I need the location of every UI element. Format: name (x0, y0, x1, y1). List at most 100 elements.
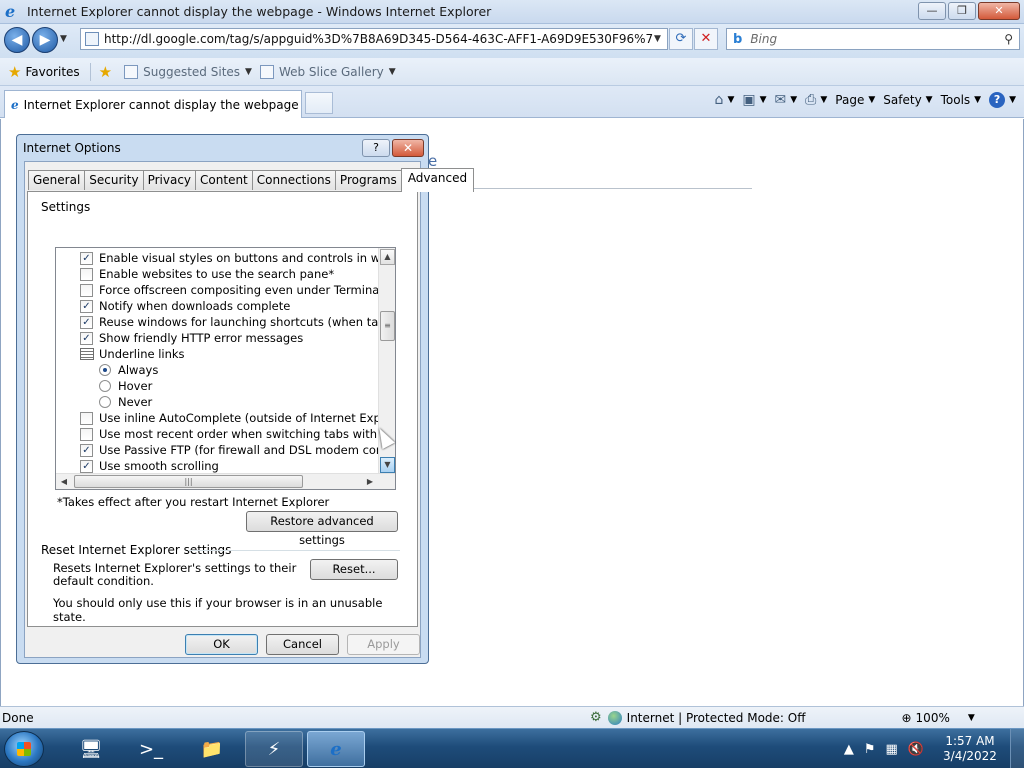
setting-checkbox-row[interactable]: Use most recent order when switching tab… (56, 426, 395, 442)
maximize-button[interactable]: ❐ (948, 2, 976, 20)
checkbox-unchecked[interactable] (80, 267, 93, 281)
recent-pages-dropdown[interactable]: ▼ (60, 34, 67, 44)
checkbox-checked[interactable]: ✓ (80, 443, 93, 457)
radio-selected[interactable] (99, 364, 111, 376)
page-dropdown-icon[interactable]: ▼ (868, 95, 875, 105)
horizontal-scroll-thumb[interactable]: ||| (74, 475, 303, 488)
help-dropdown-icon[interactable]: ▼ (1009, 95, 1016, 105)
setting-checkbox-row[interactable]: ✓ Show friendly HTTP error messages (56, 330, 303, 346)
server-manager-icon[interactable]: 🖥 (62, 731, 120, 767)
feeds-icon[interactable]: ▣ (742, 92, 755, 108)
apply-button[interactable]: Apply (347, 634, 420, 655)
setting-checkbox-row[interactable]: Enable websites to use the search pane* (56, 266, 334, 282)
tab-security[interactable]: Security (84, 170, 144, 190)
checkbox-checked[interactable]: ✓ (80, 315, 93, 329)
cancel-button[interactable]: Cancel (266, 634, 339, 655)
page-menu[interactable]: Page (835, 93, 864, 107)
setting-checkbox-row[interactable]: Force offscreen compositing even under T… (56, 282, 395, 298)
setting-checkbox-row[interactable]: ✓ Enable visual styles on buttons and con… (56, 250, 395, 266)
tab-advanced[interactable]: Advanced (400, 168, 475, 192)
zoom-control[interactable]: ⊕ 100% ▼ (901, 711, 974, 725)
checkbox-checked[interactable]: ✓ (80, 331, 93, 345)
tab-general[interactable]: General (28, 170, 86, 190)
show-hidden-icons-icon[interactable]: ▲ (844, 742, 854, 757)
search-input[interactable]: Bing (750, 32, 1004, 46)
scroll-right-icon[interactable]: ▶ (362, 474, 378, 489)
vertical-scroll-thumb[interactable]: ≡ (380, 311, 395, 341)
address-bar[interactable]: http://dl.google.com/tag/s/appguid%3D%7B… (80, 28, 668, 50)
scroll-down-icon[interactable]: ▼ (380, 457, 395, 473)
radio-unselected[interactable] (99, 396, 111, 408)
tab-programs[interactable]: Programs (334, 170, 402, 190)
suggested-sites-button[interactable]: Suggested Sites ▼ (124, 64, 252, 79)
add-to-favorites-bar-button[interactable]: ★ (99, 63, 116, 81)
checkbox-checked[interactable]: ✓ (80, 251, 93, 265)
tab-connections[interactable]: Connections (251, 170, 336, 190)
addon-status-icon[interactable]: ⚙ (590, 710, 602, 725)
powershell-icon[interactable]: >_ (122, 731, 180, 767)
scroll-up-icon[interactable]: ▲ (380, 249, 395, 265)
network-app-icon[interactable]: ⚡ (245, 731, 303, 767)
show-desktop-button[interactable] (1010, 729, 1024, 768)
clock[interactable]: 1:57 AM 3/4/2022 (938, 734, 1002, 764)
tools-dropdown-icon[interactable]: ▼ (974, 95, 981, 105)
search-icon[interactable]: ⚲ (1004, 32, 1013, 46)
home-icon[interactable]: ⌂ (715, 92, 724, 108)
home-dropdown-icon[interactable]: ▼ (727, 95, 734, 105)
scroll-left-icon[interactable]: ◀ (56, 474, 72, 489)
forward-button[interactable]: ▶ (32, 27, 58, 53)
checkbox-unchecked[interactable] (80, 427, 93, 441)
restore-advanced-settings-button[interactable]: Restore advanced settings (246, 511, 398, 547)
checkbox-unchecked[interactable] (80, 411, 93, 425)
mail-icon[interactable]: ✉ (775, 92, 787, 108)
browser-tab[interactable]: e Internet Explorer cannot display the w… (4, 90, 302, 118)
print-dropdown-icon[interactable]: ▼ (820, 95, 827, 105)
setting-checkbox-row[interactable]: ✓ Notify when downloads complete (56, 298, 290, 314)
setting-radio-row[interactable]: Always (56, 362, 158, 378)
start-button[interactable] (4, 731, 44, 767)
favorites-button[interactable]: ★ Favorites (8, 63, 80, 81)
checkbox-checked[interactable]: ✓ (80, 459, 93, 473)
volume-muted-icon[interactable]: 🔇 (908, 742, 924, 757)
setting-checkbox-row[interactable]: ✓ Use Passive FTP (for firewall and DSL m… (56, 442, 395, 458)
internet-explorer-taskbar-icon[interactable]: e (307, 731, 365, 767)
mail-dropdown-icon[interactable]: ▼ (790, 95, 797, 105)
back-button[interactable]: ◀ (4, 27, 30, 53)
tab-content[interactable]: Content (195, 170, 253, 190)
address-url[interactable]: http://dl.google.com/tag/s/appguid%3D%7B… (104, 32, 654, 46)
setting-checkbox-row[interactable]: ✓ Use smooth scrolling (56, 458, 219, 474)
reset-button[interactable]: Reset... (310, 559, 398, 580)
refresh-button[interactable]: ⟳ (669, 28, 693, 50)
zoom-dropdown-icon[interactable]: ▼ (968, 713, 975, 723)
dialog-help-button[interactable]: ? (362, 139, 390, 157)
radio-unselected[interactable] (99, 380, 111, 392)
tools-menu[interactable]: Tools (941, 93, 971, 107)
address-dropdown-icon[interactable]: ▼ (654, 34, 661, 44)
network-icon[interactable]: ▦ (886, 742, 898, 757)
security-zone[interactable]: Internet | Protected Mode: Off (602, 710, 805, 725)
search-box[interactable]: b Bing ⚲ (726, 28, 1020, 50)
help-icon[interactable]: ? (989, 92, 1006, 108)
explorer-folder-icon[interactable]: 📁 (183, 731, 241, 767)
setting-radio-row[interactable]: Never (56, 394, 152, 410)
checkbox-unchecked[interactable] (80, 283, 93, 297)
safety-dropdown-icon[interactable]: ▼ (926, 95, 933, 105)
web-slice-gallery-button[interactable]: Web Slice Gallery ▼ (259, 64, 396, 79)
dialog-close-button[interactable]: ✕ (392, 139, 424, 157)
minimize-button[interactable]: — (918, 2, 946, 20)
ok-button[interactable]: OK (185, 634, 258, 655)
new-tab-button[interactable] (305, 92, 333, 114)
tab-privacy[interactable]: Privacy (142, 170, 197, 190)
print-icon[interactable]: ⎙ (805, 92, 816, 108)
close-window-button[interactable]: ✕ (978, 2, 1020, 20)
safety-menu[interactable]: Safety (883, 93, 921, 107)
settings-list[interactable]: ✓ Use smooth scrolling ✓ Use Passive FTP (f… (55, 247, 396, 490)
stop-button[interactable]: ✕ (694, 28, 718, 50)
feeds-dropdown-icon[interactable]: ▼ (760, 95, 767, 105)
horizontal-scrollbar[interactable]: ◀ ||| ▶ (56, 473, 395, 489)
setting-checkbox-row[interactable]: Use inline AutoComplete (outside of Inte… (56, 410, 395, 426)
setting-radio-row[interactable]: Hover (56, 378, 152, 394)
setting-checkbox-row[interactable]: ✓ Reuse windows for launching shortcuts (… (56, 314, 395, 330)
action-center-flag-icon[interactable]: ⚑ (864, 742, 876, 757)
checkbox-checked[interactable]: ✓ (80, 299, 93, 313)
